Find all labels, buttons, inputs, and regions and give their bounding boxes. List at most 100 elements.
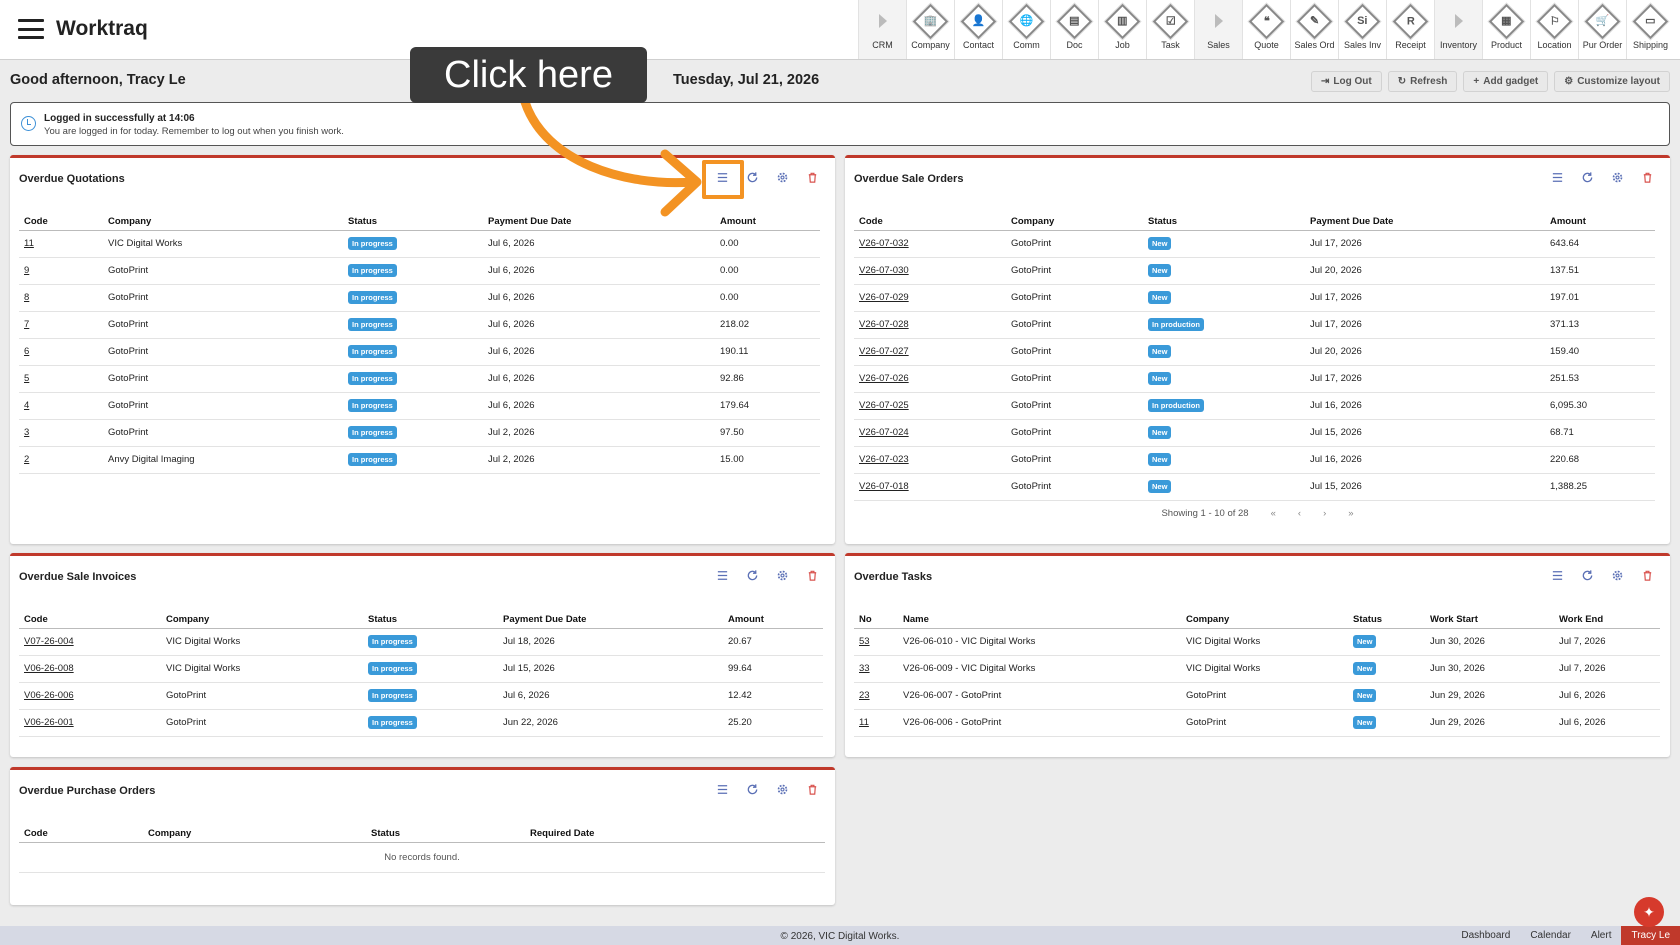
record-link[interactable]: 4 [24, 400, 29, 411]
record-link[interactable]: V06-26-001 [24, 717, 74, 728]
footer-nav-alert[interactable]: Alert [1581, 926, 1622, 945]
list-icon[interactable] [1550, 170, 1564, 184]
gear-icon[interactable] [775, 170, 789, 184]
trash-icon[interactable] [805, 568, 819, 582]
refresh-button[interactable]: ↻ Refresh [1387, 71, 1458, 92]
module-sales[interactable]: Sales [1194, 0, 1242, 59]
footer-nav-dashboard[interactable]: Dashboard [1451, 926, 1520, 945]
module-comm[interactable]: 🌐 Comm [1002, 0, 1050, 59]
refresh-icon[interactable] [1580, 170, 1594, 184]
trash-icon[interactable] [1640, 170, 1654, 184]
list-icon[interactable] [715, 568, 729, 582]
record-link[interactable]: 33 [859, 663, 870, 674]
module-company[interactable]: 🏢 Company [906, 0, 954, 59]
record-link[interactable]: V26-07-032 [859, 238, 909, 249]
record-link[interactable]: V26-07-028 [859, 319, 909, 330]
table-row[interactable]: V26-07-025 GotoPrint In production Jul 16, … [854, 392, 1655, 420]
menu-icon[interactable] [18, 19, 44, 39]
trash-icon[interactable] [805, 782, 819, 796]
table-row[interactable]: 53 V26-06-010 - VIC Digital Works VIC Digi… [854, 628, 1660, 656]
table-row[interactable]: V07-26-004 VIC Digital Works In progress Ju… [19, 628, 823, 656]
record-link[interactable]: V26-07-023 [859, 454, 909, 465]
table-row[interactable]: 5 GotoPrint In progress Jul 6, 2026 92.86 [19, 365, 820, 393]
record-link[interactable]: V26-07-024 [859, 427, 909, 438]
table-row[interactable]: V26-07-018 GotoPrint New Jul 15, 2026 1,388.… [854, 473, 1655, 501]
module-location[interactable]: ⚐ Location [1530, 0, 1578, 59]
module-inventory[interactable]: Inventory [1434, 0, 1482, 59]
table-row[interactable]: V26-07-024 GotoPrint New Jul 15, 2026 68.71 [854, 419, 1655, 447]
table-row[interactable]: V26-07-030 GotoPrint New Jul 20, 2026 137.51 [854, 257, 1655, 285]
record-link[interactable]: 6 [24, 346, 29, 357]
table-row[interactable]: V06-26-001 GotoPrint In progress Jun 22, 20… [19, 709, 823, 737]
record-link[interactable]: 11 [859, 717, 869, 728]
list-icon[interactable] [1550, 568, 1564, 582]
refresh-icon[interactable] [745, 170, 759, 184]
pager-next-button[interactable]: › [1323, 508, 1326, 519]
record-link[interactable]: 53 [859, 636, 870, 647]
record-link[interactable]: 8 [24, 292, 29, 303]
record-link[interactable]: 23 [859, 690, 870, 701]
table-row[interactable]: V26-07-028 GotoPrint In production Jul 17, … [854, 311, 1655, 339]
module-doc[interactable]: ▤ Doc [1050, 0, 1098, 59]
list-icon[interactable] [715, 782, 729, 796]
record-link[interactable]: 2 [24, 454, 29, 465]
module-contact[interactable]: 👤 Contact [954, 0, 1002, 59]
record-link[interactable]: 5 [24, 373, 29, 384]
record-link[interactable]: 9 [24, 265, 29, 276]
table-row[interactable]: 3 GotoPrint In progress Jul 2, 2026 97.50 [19, 419, 820, 447]
module-sales-ord[interactable]: ✎ Sales Ord [1290, 0, 1338, 59]
module-task[interactable]: ☑ Task [1146, 0, 1194, 59]
pager-last-button[interactable]: » [1348, 508, 1353, 519]
module-shipping[interactable]: ▭ Shipping [1626, 0, 1674, 59]
gear-icon[interactable] [1610, 568, 1624, 582]
trash-icon[interactable] [1640, 568, 1654, 582]
add-gadget-button[interactable]: + Add gadget [1463, 71, 1549, 92]
sparkle-icon[interactable]: ✦ [1634, 897, 1664, 927]
record-link[interactable]: 7 [24, 319, 29, 330]
table-row[interactable]: 2 Anvy Digital Imaging In progress Jul 2, 2… [19, 446, 820, 474]
module-crm[interactable]: CRM [858, 0, 906, 59]
gear-icon[interactable] [1610, 170, 1624, 184]
log-out-button[interactable]: ⇥ Log Out [1311, 71, 1382, 92]
record-link[interactable]: 11 [24, 238, 34, 249]
refresh-icon[interactable] [745, 782, 759, 796]
footer-nav-calendar[interactable]: Calendar [1520, 926, 1581, 945]
record-link[interactable]: V06-26-008 [24, 663, 74, 674]
record-link[interactable]: 3 [24, 427, 29, 438]
table-row[interactable]: 9 GotoPrint In progress Jul 6, 2026 0.00 [19, 257, 820, 285]
module-receipt[interactable]: R Receipt [1386, 0, 1434, 59]
record-link[interactable]: V26-07-018 [859, 481, 909, 492]
record-link[interactable]: V07-26-004 [24, 636, 74, 647]
record-link[interactable]: V06-26-006 [24, 690, 74, 701]
refresh-icon[interactable] [1580, 568, 1594, 582]
trash-icon[interactable] [805, 170, 819, 184]
table-row[interactable]: 11 VIC Digital Works In progress Jul 6, 202… [19, 230, 820, 258]
table-row[interactable]: 6 GotoPrint In progress Jul 6, 2026 190.11 [19, 338, 820, 366]
table-row[interactable]: 33 V26-06-009 - VIC Digital Works VIC Digi… [854, 655, 1660, 683]
customize-layout-button[interactable]: ⚙ Customize layout [1554, 71, 1670, 92]
table-row[interactable]: 23 V26-06-007 - GotoPrint GotoPrint New Jun … [854, 682, 1660, 710]
module-sales-inv[interactable]: Si Sales Inv [1338, 0, 1386, 59]
module-job[interactable]: ▥ Job [1098, 0, 1146, 59]
record-link[interactable]: V26-07-029 [859, 292, 909, 303]
table-row[interactable]: 4 GotoPrint In progress Jul 6, 2026 179.64 [19, 392, 820, 420]
record-link[interactable]: V26-07-027 [859, 346, 909, 357]
refresh-icon[interactable] [745, 568, 759, 582]
table-row[interactable]: 7 GotoPrint In progress Jul 6, 2026 218.02 [19, 311, 820, 339]
table-row[interactable]: 8 GotoPrint In progress Jul 6, 2026 0.00 [19, 284, 820, 312]
table-row[interactable]: V26-07-029 GotoPrint New Jul 17, 2026 197.01 [854, 284, 1655, 312]
footer-user[interactable]: Tracy Le [1621, 926, 1680, 945]
pager-first-button[interactable]: « [1271, 508, 1276, 519]
module-product[interactable]: ▦ Product [1482, 0, 1530, 59]
gear-icon[interactable] [775, 782, 789, 796]
record-link[interactable]: V26-07-026 [859, 373, 909, 384]
table-row[interactable]: V26-07-032 GotoPrint New Jul 17, 2026 643.64 [854, 230, 1655, 258]
module-quote[interactable]: ❝ Quote [1242, 0, 1290, 59]
table-row[interactable]: V06-26-006 GotoPrint In progress Jul 6, 202… [19, 682, 823, 710]
pager-prev-button[interactable]: ‹ [1298, 508, 1301, 519]
table-row[interactable]: V26-07-023 GotoPrint New Jul 16, 2026 220.68 [854, 446, 1655, 474]
table-row[interactable]: V06-26-008 VIC Digital Works In progress Ju… [19, 655, 823, 683]
gear-icon[interactable] [775, 568, 789, 582]
module-pur-order[interactable]: 🛒 Pur Order [1578, 0, 1626, 59]
table-row[interactable]: 11 V26-06-006 - GotoPrint GotoPrint New Jun … [854, 709, 1660, 737]
